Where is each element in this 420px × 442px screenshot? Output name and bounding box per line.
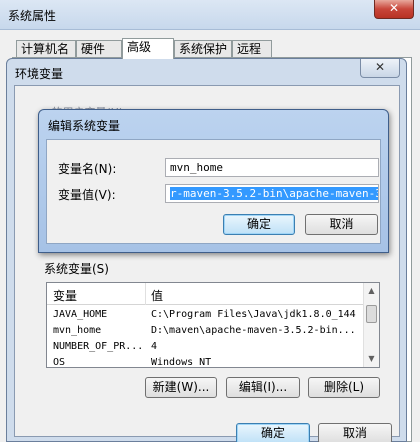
edit-ok-button[interactable]: 确定 (223, 214, 295, 235)
row-value: Windows_NT (151, 357, 212, 368)
new-variable-button[interactable]: 新建(W)... (145, 377, 217, 398)
row-value: D:\maven\apache-maven-3.5.2-bin... (151, 325, 356, 336)
list-header: 变量 值 (47, 283, 365, 305)
row-name: mvn_home (53, 325, 102, 336)
edit-dialog-body: 变量名(N): mvn_home 变量值(V): r-maven-3.5.2-b… (46, 139, 381, 244)
column-header-name[interactable]: 变量 (53, 287, 77, 304)
system-vars-label: 系统变量(S) (44, 262, 109, 276)
scroll-thumb[interactable] (366, 305, 377, 323)
env-ok-button[interactable]: 确定 (236, 423, 310, 442)
system-properties-titlebar[interactable]: 系统属性 ✕ (0, 0, 420, 30)
table-row[interactable]: NUMBER_OF_PR... 4 (47, 339, 365, 355)
row-value: C:\Program Files\Java\jdk1.8.0_144 (151, 309, 356, 320)
system-vars-list[interactable]: 变量 值 JAVA_HOME C:\Program Files\Java\jdk… (46, 282, 380, 368)
variable-name-label: 变量名(N): (58, 162, 117, 176)
edit-system-variable-dialog: 编辑系统变量 变量名(N): mvn_home 变量值(V): r-maven-… (38, 109, 389, 253)
env-cancel-button[interactable]: 取消 (318, 423, 392, 442)
variable-name-text: mvn_home (170, 161, 223, 174)
variable-value-text: r-maven-3.5.2-bin\apache-maven-3.5.2 (170, 187, 378, 200)
scroll-up-icon[interactable]: ▲ (364, 283, 379, 299)
row-name: NUMBER_OF_PR... (53, 341, 144, 352)
edit-dialog-title[interactable]: 编辑系统变量 (48, 117, 120, 134)
delete-variable-button[interactable]: 删除(L) (308, 377, 380, 398)
row-name: OS (53, 357, 66, 368)
system-properties-title: 系统属性 (8, 9, 57, 23)
table-row[interactable]: OS Windows_NT (47, 355, 365, 368)
scroll-down-icon[interactable]: ▼ (364, 351, 379, 367)
tab-remote[interactable]: 远程 (232, 40, 272, 58)
row-name: JAVA_HOME (53, 309, 108, 320)
tab-computer-name[interactable]: 计算机名 (16, 40, 76, 58)
variable-name-input[interactable]: mvn_home (165, 158, 379, 177)
table-row[interactable]: mvn_home D:\maven\apache-maven-3.5.2-bin… (47, 323, 365, 339)
column-header-value[interactable]: 值 (151, 287, 163, 304)
tab-hardware[interactable]: 硬件 (76, 40, 122, 58)
close-icon[interactable]: ✕ (374, 0, 414, 19)
variable-value-label: 变量值(V): (58, 188, 116, 202)
environment-variables-title: 环境变量 (15, 67, 64, 81)
tab-advanced[interactable]: 高级 (122, 38, 174, 59)
row-value: 4 (151, 341, 158, 352)
environment-variables-titlebar[interactable]: 环境变量 ✕ (7, 59, 406, 85)
close-icon[interactable]: ✕ (360, 59, 400, 78)
tab-system-protection[interactable]: 系统保护 (174, 40, 232, 58)
variable-value-input[interactable]: r-maven-3.5.2-bin\apache-maven-3.5.2 (165, 184, 379, 203)
table-row[interactable]: JAVA_HOME C:\Program Files\Java\jdk1.8.0… (47, 307, 365, 323)
edit-cancel-button[interactable]: 取消 (305, 214, 378, 235)
list-scrollbar[interactable]: ▲ ▼ (363, 283, 379, 367)
edit-variable-button[interactable]: 编辑(I)... (226, 377, 300, 398)
